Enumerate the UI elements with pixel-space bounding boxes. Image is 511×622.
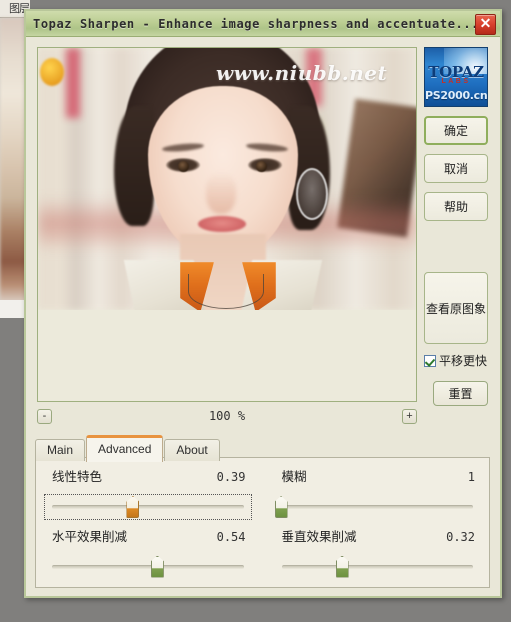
slider-rail bbox=[281, 564, 473, 569]
portrait-pupil-right bbox=[256, 161, 267, 172]
zoom-in-button[interactable]: + bbox=[402, 409, 417, 424]
slider-label: 线性特色 bbox=[52, 470, 103, 484]
slider-header: 垂直效果削减 0.32 bbox=[276, 526, 480, 545]
slider-thumb[interactable] bbox=[274, 496, 288, 518]
slider-thumb[interactable] bbox=[126, 496, 140, 518]
reset-button[interactable]: 重置 bbox=[433, 381, 488, 406]
logo-site-watermark: PS2000.cn bbox=[425, 89, 488, 102]
checkbox-icon[interactable] bbox=[424, 354, 436, 367]
slider-header: 线性特色 0.39 bbox=[46, 466, 250, 485]
slider-label: 模糊 bbox=[281, 470, 307, 484]
slider-track[interactable] bbox=[274, 496, 480, 518]
cancel-button[interactable]: 取消 bbox=[424, 154, 488, 183]
preview-image[interactable]: www.niubb.net bbox=[38, 48, 416, 310]
slider-horizontal-reduction: 水平效果削减 0.54 bbox=[46, 526, 250, 580]
slider-value: 1 bbox=[467, 470, 475, 484]
slider-blur: 模糊 1 bbox=[274, 466, 480, 520]
screen: 图层 Topaz Sharpen - Enhance image sharpne… bbox=[0, 0, 511, 622]
tab-advanced[interactable]: Advanced bbox=[86, 435, 164, 462]
slider-value: 0.32 bbox=[446, 529, 475, 544]
right-action-column: TOPAZ LABS PS2000.cn 确定 取消 帮助 查看原图象 平移更快… bbox=[424, 47, 494, 406]
view-original-button[interactable]: 查看原图象 bbox=[424, 272, 488, 344]
zoom-level-label: 100 % bbox=[208, 409, 246, 423]
topaz-sharpen-dialog: Topaz Sharpen - Enhance image sharpness … bbox=[24, 9, 502, 598]
slider-label: 垂直效果削减 bbox=[281, 529, 357, 544]
help-button[interactable]: 帮助 bbox=[424, 192, 488, 221]
slider-rail bbox=[52, 505, 244, 509]
portrait-pupil-left bbox=[178, 161, 189, 172]
ok-button[interactable]: 确定 bbox=[424, 116, 488, 145]
slider-track[interactable] bbox=[44, 494, 252, 520]
pan-faster-checkbox-row[interactable]: 平移更快 bbox=[424, 352, 494, 369]
dialog-title: Topaz Sharpen - Enhance image sharpness … bbox=[33, 16, 480, 31]
slider-thumb[interactable] bbox=[150, 555, 164, 578]
slider-header: 模糊 1 bbox=[276, 466, 480, 485]
slider-value: 0.39 bbox=[216, 470, 246, 484]
pan-faster-label: 平移更快 bbox=[439, 354, 488, 368]
slider-track[interactable] bbox=[46, 555, 250, 578]
logo-sub-text: LABS bbox=[441, 78, 471, 85]
slider-vertical-reduction: 垂直效果削减 0.32 bbox=[276, 526, 480, 580]
slider-thumb[interactable] bbox=[335, 555, 349, 578]
tab-about[interactable]: About bbox=[164, 439, 220, 461]
slider-label: 水平效果削减 bbox=[52, 529, 128, 544]
preview-decor-lantern bbox=[40, 58, 64, 86]
slider-value: 0.54 bbox=[216, 529, 246, 544]
portrait-lips bbox=[198, 216, 246, 232]
dialog-body: www.niubb.net - 100 % + Main Advanced Ab… bbox=[26, 37, 500, 598]
slider-header: 水平效果削减 0.54 bbox=[46, 526, 250, 545]
topaz-labs-logo: TOPAZ LABS PS2000.cn bbox=[424, 47, 488, 107]
preview-decor-red-left bbox=[66, 48, 80, 118]
slider-track[interactable] bbox=[276, 555, 480, 578]
portrait-nose bbox=[206, 172, 236, 214]
portrait-necklace bbox=[188, 274, 264, 309]
preview-watermark: www.niubb.net bbox=[216, 61, 388, 85]
image-preview-pane[interactable]: www.niubb.net bbox=[37, 47, 417, 402]
advanced-parameters-panel: 线性特色 0.39 模糊 1 水平效果削减 0.54 垂直效果削减 0.32 bbox=[35, 457, 490, 588]
slider-grid: 线性特色 0.39 模糊 1 水平效果削减 0.54 垂直效果削减 0.32 bbox=[44, 466, 480, 580]
portrait-earring bbox=[296, 168, 328, 220]
dialog-titlebar[interactable]: Topaz Sharpen - Enhance image sharpness … bbox=[26, 11, 500, 37]
tab-main[interactable]: Main bbox=[35, 439, 86, 461]
parameter-tabs: Main Advanced About bbox=[35, 435, 221, 462]
close-icon[interactable]: ✕ bbox=[475, 14, 496, 35]
slider-linear-feature: 线性特色 0.39 bbox=[44, 466, 252, 520]
slider-rail bbox=[52, 564, 244, 569]
zoom-control-bar: - 100 % + bbox=[37, 409, 417, 429]
slider-rail bbox=[281, 505, 473, 509]
